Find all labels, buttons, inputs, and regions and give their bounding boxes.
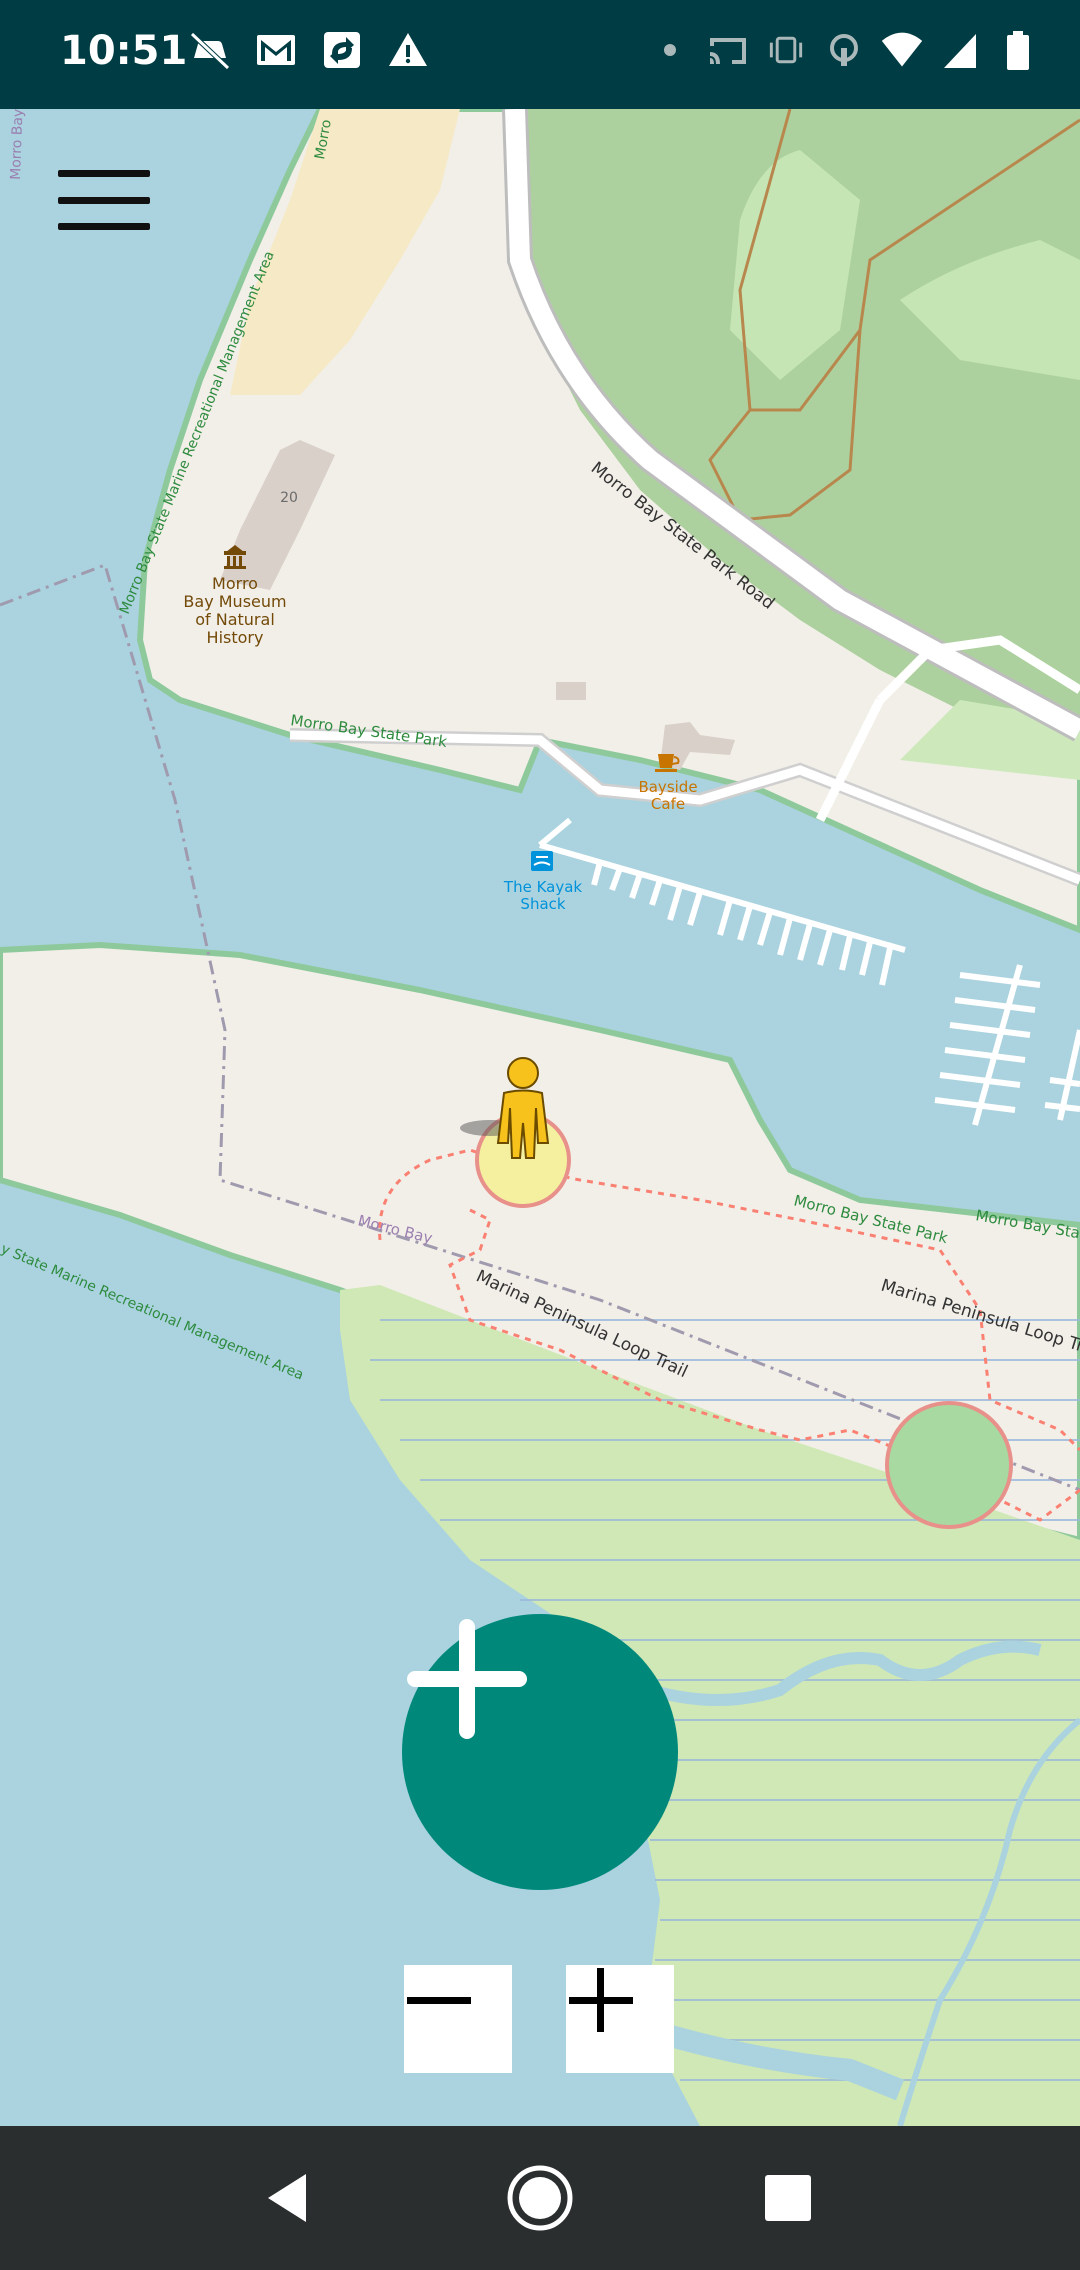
museum-label-line-3: of Natural xyxy=(195,610,275,629)
museum-label-line-2: Bay Museum xyxy=(183,592,286,611)
zoom-in-button[interactable] xyxy=(566,1965,674,2073)
status-system-icons xyxy=(648,28,1040,72)
vibrate-icon xyxy=(764,28,808,72)
geofence-circle[interactable] xyxy=(885,1401,1013,1529)
cast-icon xyxy=(706,28,750,72)
status-notification-icons xyxy=(188,28,430,72)
menu-bar-top xyxy=(58,170,150,177)
nav-back-button[interactable] xyxy=(208,2126,368,2270)
cafe-label-line-2: Cafe xyxy=(651,795,685,813)
warning-icon xyxy=(386,28,430,72)
kayak-label-line-1: The Kayak xyxy=(503,878,582,896)
sync-icon xyxy=(320,28,364,72)
dot-icon xyxy=(648,28,692,72)
car-off-icon xyxy=(188,28,232,72)
menu-bar-bottom xyxy=(58,223,150,230)
wifi-icon xyxy=(880,28,924,72)
add-fab-button[interactable] xyxy=(402,1614,678,1890)
status-bar: 10:51 xyxy=(0,0,1080,109)
plus-icon xyxy=(407,1619,527,1739)
plus-icon xyxy=(569,1968,633,2032)
hamburger-menu-icon[interactable] xyxy=(58,160,150,240)
status-time: 10:51 xyxy=(60,28,188,74)
signal-icon xyxy=(938,28,982,72)
cafe-label-line-1: Bayside xyxy=(638,778,697,796)
gmail-icon xyxy=(254,28,298,72)
museum-number-label: 20 xyxy=(280,490,298,506)
recents-square-icon xyxy=(765,2175,811,2221)
battery-icon xyxy=(996,28,1040,72)
hotspot-icon xyxy=(822,28,866,72)
zoom-out-button[interactable] xyxy=(404,1965,512,2073)
system-nav-bar xyxy=(0,2126,1080,2270)
museum-label-line-4: History xyxy=(207,628,264,647)
kayak-icon xyxy=(531,851,553,871)
morro-bay-corner-label: Morro Bay xyxy=(8,109,26,180)
kayak-label-line-2: Shack xyxy=(520,895,565,913)
minus-icon xyxy=(407,1997,471,2004)
museum-label-line-1: Morro xyxy=(212,574,258,593)
back-triangle-icon xyxy=(268,2174,306,2222)
nav-home-button[interactable] xyxy=(460,2126,620,2270)
small-building xyxy=(556,682,586,700)
map-view[interactable]: 20 Morro Bay Museum of Natural History B… xyxy=(0,109,1080,2126)
home-circle-icon xyxy=(507,2165,573,2231)
menu-bar-middle xyxy=(58,196,150,204)
nav-recents-button[interactable] xyxy=(708,2126,868,2270)
